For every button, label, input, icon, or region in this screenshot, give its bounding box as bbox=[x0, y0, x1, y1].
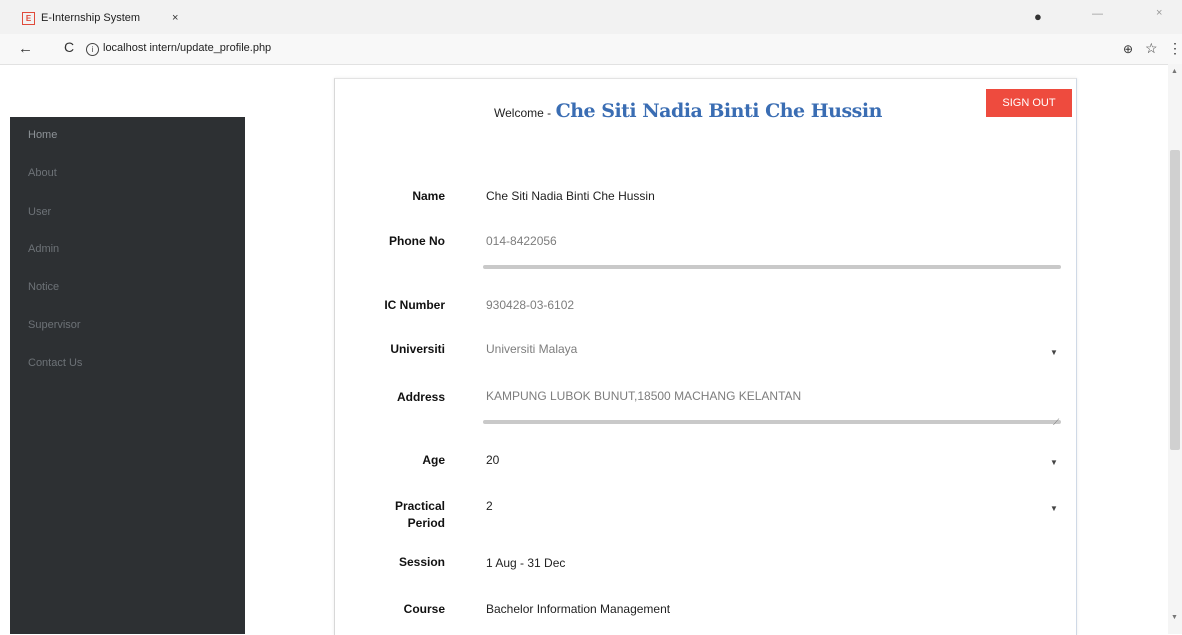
profile-icon[interactable]: ● bbox=[1034, 9, 1042, 24]
tab-title: E-Internship System bbox=[41, 12, 141, 24]
tab-close-icon[interactable]: × bbox=[172, 12, 178, 24]
sidebar-item-admin[interactable]: Admin bbox=[28, 243, 59, 255]
url-field[interactable]: localhost intern/update_profile.php bbox=[103, 42, 271, 54]
window-close-icon[interactable]: × bbox=[1156, 7, 1162, 19]
practical-period-label-line2: Period bbox=[407, 516, 445, 530]
age-label: Age bbox=[422, 453, 445, 467]
bookmark-star-icon[interactable]: ☆ bbox=[1145, 40, 1158, 57]
address-bar: ← C i localhost intern/update_profile.ph… bbox=[0, 34, 1182, 65]
sidebar-item-home[interactable]: Home bbox=[28, 129, 57, 141]
welcome-user-name: Che Siti Nadia Binti Che Hussin bbox=[555, 100, 883, 122]
sidebar-item-notice[interactable]: Notice bbox=[28, 281, 59, 293]
name-label: Name bbox=[412, 189, 445, 203]
practical-period-label-line1: Practical bbox=[394, 499, 445, 513]
practical-period-dropdown-icon[interactable]: ▼ bbox=[1050, 504, 1058, 513]
university-label: Universiti bbox=[390, 342, 445, 356]
sidebar-item-contact-us[interactable]: Contact Us bbox=[28, 357, 82, 369]
sidebar-item-supervisor[interactable]: Supervisor bbox=[28, 319, 81, 331]
scroll-down-icon[interactable]: ▼ bbox=[1171, 614, 1178, 621]
browser-tab-bar: E E-Internship System × ● — × bbox=[0, 0, 1182, 34]
browser-tab[interactable]: E E-Internship System × bbox=[22, 8, 178, 28]
phone-field-underline bbox=[483, 265, 1061, 269]
sidebar-item-user[interactable]: User bbox=[28, 206, 51, 218]
phone-label: Phone No bbox=[389, 234, 445, 248]
address-label: Address bbox=[396, 390, 445, 404]
session-label: Session bbox=[398, 555, 445, 569]
favicon-icon: E bbox=[22, 11, 35, 25]
course-label: Course bbox=[403, 602, 445, 616]
practical-period-select[interactable]: 2 bbox=[486, 499, 493, 513]
profile-card bbox=[334, 78, 1077, 635]
info-icon[interactable]: i bbox=[86, 43, 99, 56]
zoom-icon[interactable]: ⊕ bbox=[1123, 42, 1133, 56]
university-dropdown-icon[interactable]: ▼ bbox=[1050, 348, 1058, 357]
scrollbar-thumb[interactable] bbox=[1170, 150, 1180, 450]
browser-menu-icon[interactable]: ⋮ bbox=[1168, 40, 1182, 57]
address-field-underline bbox=[483, 420, 1061, 424]
age-select[interactable]: 20 bbox=[486, 453, 499, 467]
sidebar: Home About User Admin Notice Supervisor … bbox=[10, 117, 245, 634]
name-field[interactable]: Che Siti Nadia Binti Che Hussin bbox=[486, 189, 655, 203]
sidebar-item-about[interactable]: About bbox=[28, 167, 57, 179]
reload-icon[interactable]: C bbox=[64, 39, 74, 55]
address-field[interactable]: KAMPUNG LUBOK BUNUT,18500 MACHANG KELANT… bbox=[486, 389, 801, 403]
university-select[interactable]: Universiti Malaya bbox=[486, 342, 577, 356]
scroll-up-icon[interactable]: ▲ bbox=[1171, 68, 1178, 75]
welcome-prefix: Welcome - bbox=[494, 106, 552, 120]
phone-field[interactable]: 014-8422056 bbox=[486, 234, 557, 248]
ic-number-label: IC Number bbox=[384, 298, 445, 312]
ic-number-field[interactable]: 930428-03-6102 bbox=[486, 298, 574, 312]
resize-handle-icon[interactable]: ⟋ bbox=[1053, 417, 1059, 428]
sign-out-button[interactable]: SIGN OUT bbox=[986, 89, 1072, 117]
course-field[interactable]: Bachelor Information Management bbox=[486, 602, 670, 616]
minimize-icon[interactable]: — bbox=[1092, 8, 1103, 20]
session-field[interactable]: 1 Aug - 31 Dec bbox=[486, 556, 565, 570]
welcome-heading: Welcome - Che Siti Nadia Binti Che Hussi… bbox=[494, 100, 882, 122]
back-icon[interactable]: ← bbox=[18, 40, 33, 57]
age-dropdown-icon[interactable]: ▼ bbox=[1050, 458, 1058, 467]
